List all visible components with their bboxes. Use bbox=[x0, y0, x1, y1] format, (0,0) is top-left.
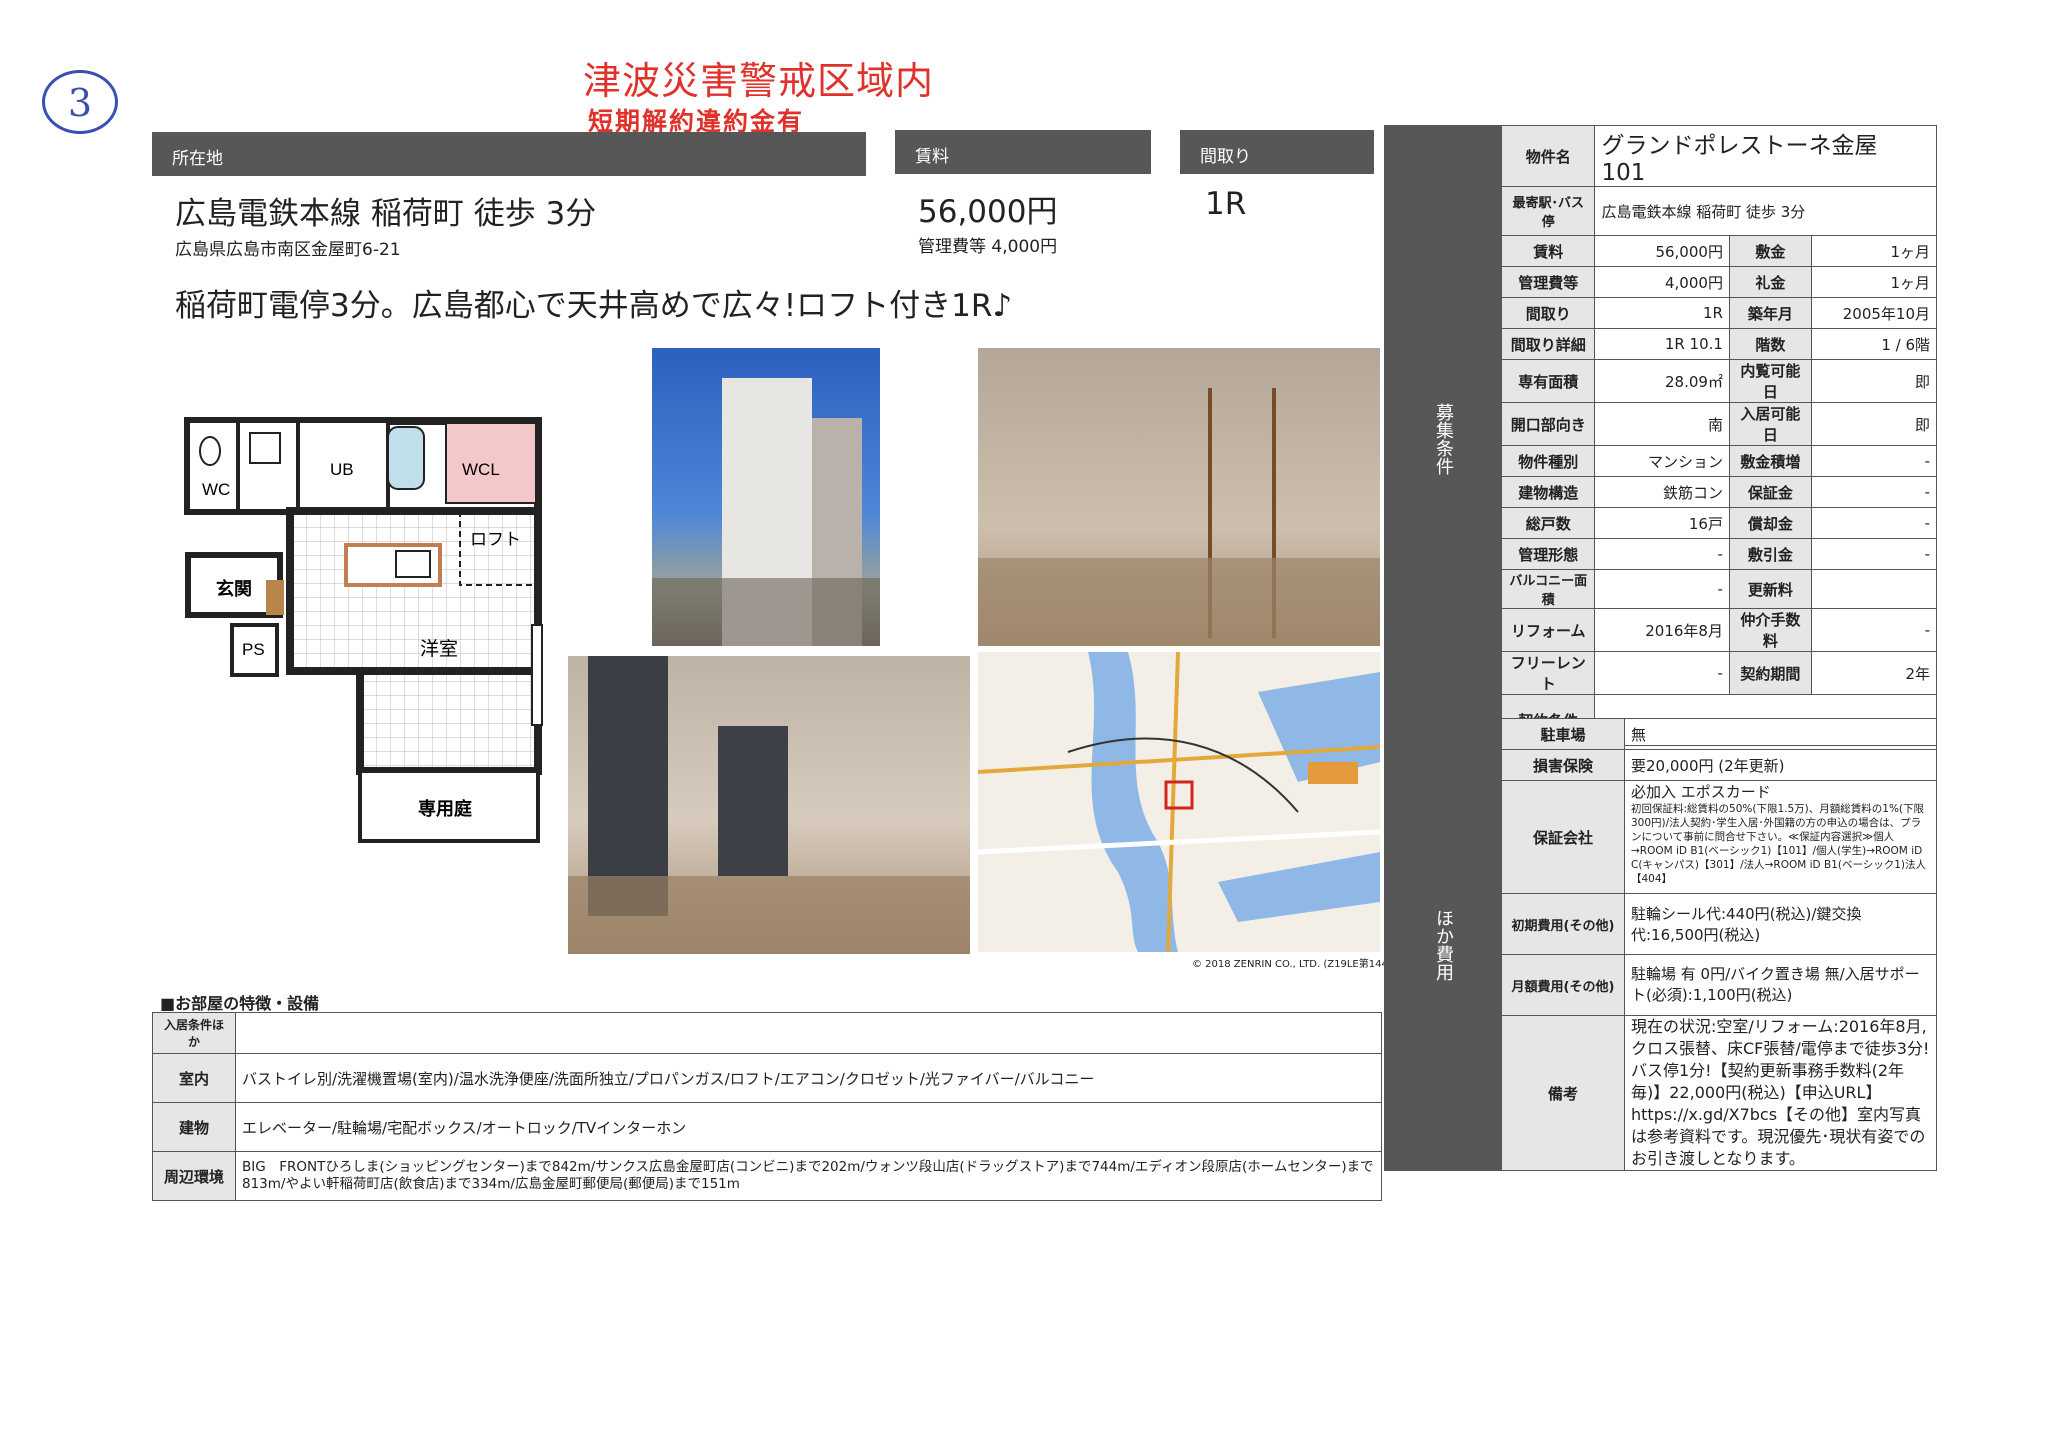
building-exterior-photo bbox=[652, 348, 880, 646]
table-row: 周辺環境 BIG FRONTひろしま(ショッピングセンター)まで842m/サンクス… bbox=[152, 1151, 1382, 1201]
features-title: ■お部屋の特徴・設備 bbox=[160, 994, 320, 1013]
property-name: グランドポレストーネ金屋 101 bbox=[1594, 125, 1937, 187]
floorplan-label-ub: UB bbox=[330, 460, 354, 479]
management-fee: 管理費等 4,000円 bbox=[918, 237, 1058, 257]
table-row: 建物 エレベーター/駐輪場/宅配ボックス/オートロック/TVインターホン bbox=[152, 1102, 1382, 1152]
area-map bbox=[978, 652, 1380, 952]
interior-window-photo bbox=[568, 656, 970, 954]
property-table: 募集条件 物件名 グランドポレストーネ金屋 101 最寄駅･バス停 広島電鉄本線… bbox=[1384, 125, 1938, 753]
floorplan-label-wc: WC bbox=[202, 480, 230, 499]
features-table: 入居条件ほか 室内 バストイレ別/洗濯機置場(室内)/温水洗浄便座/洗面所独立/プ… bbox=[152, 1012, 1382, 1201]
floorplan-label-youshitsu: 洋室 bbox=[420, 638, 458, 660]
table-row: 入居条件ほか bbox=[152, 1012, 1382, 1054]
recruit-conditions-side-label: 募集条件 bbox=[1384, 125, 1502, 753]
other-costs-table: ほか費用 駐車場 無 損害保険 要20,000円 (2年更新) 保証会社 必加入 … bbox=[1384, 718, 1937, 1171]
floorplan-label-loft: ロフト bbox=[470, 530, 521, 549]
catch-copy: 稲荷町電停3分。広島都心で天井高めで広々!ロフト付き1R♪ bbox=[175, 288, 1013, 324]
rent-amount: 56,000円 bbox=[918, 194, 1058, 230]
layout-header: 間取り bbox=[1180, 130, 1374, 174]
layout-value: 1R bbox=[1205, 186, 1247, 222]
interior-loft-photo bbox=[978, 348, 1380, 646]
floorplan-label-genkan: 玄関 bbox=[216, 578, 252, 599]
table-row: 室内 バストイレ別/洗濯機置場(室内)/温水洗浄便座/洗面所独立/プロパンガス/ロ… bbox=[152, 1053, 1382, 1103]
map-copyright: © 2018 ZENRIN CO., LTD. (Z19LE第1442号) bbox=[1192, 959, 1409, 970]
station-access: 広島電鉄本線 稲荷町 徒歩 3分 bbox=[175, 196, 597, 232]
floorplan-label-ps: PS bbox=[242, 640, 265, 659]
location-header: 所在地 bbox=[152, 132, 866, 176]
handwritten-circle-mark: 3 bbox=[42, 70, 118, 134]
other-costs-side-label: ほか費用 bbox=[1384, 718, 1502, 1171]
tsunami-warning-stamp: 津波災害警戒区域内 bbox=[583, 59, 935, 103]
rent-header: 賃料 bbox=[895, 130, 1151, 174]
floor-plan: WC UB WCL ロフト 玄関 PS 洋室 専用庭 bbox=[184, 417, 543, 843]
address: 広島県広島市南区金屋町6-21 bbox=[175, 240, 401, 260]
floorplan-label-senyoutei: 専用庭 bbox=[418, 798, 472, 819]
floorplan-label-wcl: WCL bbox=[462, 460, 500, 479]
nearest-station: 広島電鉄本線 稲荷町 徒歩 3分 bbox=[1594, 186, 1937, 236]
